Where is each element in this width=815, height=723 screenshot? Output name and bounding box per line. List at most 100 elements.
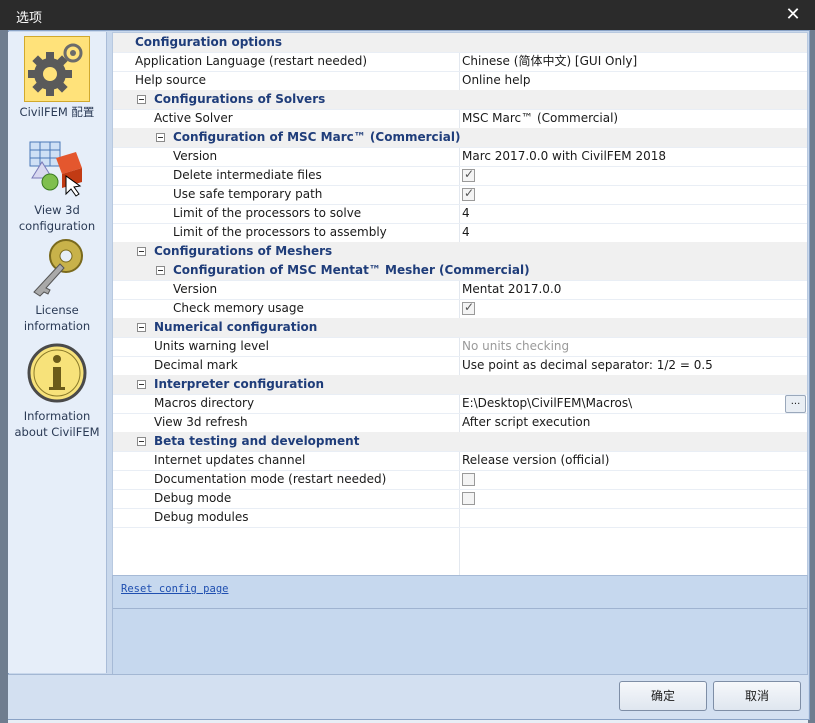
category-msc-mentat[interactable]: Configuration of MSC Mentat™ Mesher (Com… [113,261,807,281]
property-name: Debug modules [154,510,249,524]
description-panel: Reset config page [112,575,808,675]
property-safe-temporary-path[interactable]: Use safe temporary path [113,185,807,205]
category-label: Numerical configuration [154,320,318,334]
info-icon [24,340,90,406]
category-meshers[interactable]: Configurations of Meshers [113,242,807,262]
property-updates-channel[interactable]: Internet updates channel Release version… [113,451,807,471]
property-name: Active Solver [154,111,233,125]
property-name: Debug mode [154,491,232,505]
property-name: Macros directory [154,396,255,410]
property-units-warning[interactable]: Units warning level No units checking [113,337,807,357]
key-icon [24,234,90,300]
category-interpreter[interactable]: Interpreter configuration [113,375,807,395]
property-macros-directory[interactable]: Macros directory E:\Desktop\CivilFEM\Mac… [113,394,807,414]
reset-config-link[interactable]: Reset config page [121,583,228,595]
property-name: Limit of the processors to solve [173,206,362,220]
window-title: 选项 [16,11,43,26]
property-value[interactable]: Online help [462,71,530,90]
sidebar-item-about[interactable]: Information about CivilFEM [8,340,106,440]
documentation-mode-checkbox[interactable] [462,473,475,486]
background-window-edge [0,30,8,723]
description-divider [113,608,807,609]
collapse-icon[interactable] [137,380,146,389]
browse-button[interactable]: ... [785,395,806,413]
property-value[interactable]: 4 [462,204,470,223]
property-delete-intermediate-files[interactable]: Delete intermediate files [113,166,807,186]
property-documentation-mode[interactable]: Documentation mode (restart needed) [113,470,807,490]
collapse-icon[interactable] [137,247,146,256]
property-grid: Configuration options Application Langua… [112,32,808,576]
category-msc-marc[interactable]: Configuration of MSC Marc™ (Commercial) [113,128,807,148]
property-name: Documentation mode (restart needed) [154,472,387,486]
property-value[interactable]: After script execution [462,413,590,432]
property-name: Version [173,282,218,296]
sidebar-item-label: View 3d configuration [18,203,96,233]
property-name: Decimal mark [154,358,238,372]
property-name: Internet updates channel [154,453,306,467]
sidebar-item-label: CivilFEM 配置 [19,105,95,119]
property-marc-version[interactable]: Version Marc 2017.0.0 with CivilFEM 2018 [113,147,807,167]
sidebar-item-license[interactable]: License information [8,234,106,334]
property-value[interactable]: 4 [462,223,470,242]
category-label: Configurations of Solvers [154,92,326,106]
sidebar-item-label: Information about CivilFEM [14,409,100,439]
property-help-source[interactable]: Help source Online help [113,71,807,91]
category-solvers[interactable]: Configurations of Solvers [113,90,807,110]
property-debug-modules[interactable]: Debug modules [113,508,807,528]
gear-icon [24,36,90,102]
sidebar-item-label: License information [23,303,91,333]
property-active-solver[interactable]: Active Solver MSC Marc™ (Commercial) [113,109,807,129]
property-check-memory[interactable]: Check memory usage [113,299,807,319]
collapse-icon[interactable] [156,266,165,275]
property-name: Application Language (restart needed) [135,54,368,68]
property-name: Limit of the processors to assembly [173,225,387,239]
property-value[interactable]: Chinese (简体中文) [GUI Only] [462,52,637,71]
category-numerical[interactable]: Numerical configuration [113,318,807,338]
property-name: Version [173,149,218,163]
property-value[interactable]: E:\Desktop\CivilFEM\Macros\ [462,394,632,413]
property-value[interactable]: Mentat 2017.0.0 [462,280,561,299]
collapse-icon[interactable] [137,323,146,332]
property-name: Check memory usage [173,301,304,315]
property-name: Help source [135,73,207,87]
category-label: Configuration of MSC Marc™ (Commercial) [173,130,461,144]
delete-files-checkbox[interactable] [462,167,475,182]
property-value[interactable]: MSC Marc™ (Commercial) [462,109,618,128]
title-bar: 选项 ✕ [0,0,815,30]
category-label: Configuration of MSC Mentat™ Mesher (Com… [173,263,530,277]
property-name: Delete intermediate files [173,168,322,182]
property-view3d-refresh[interactable]: View 3d refresh After script execution [113,413,807,433]
check-memory-checkbox[interactable] [462,300,475,315]
button-bar: 确定 取消 [8,674,808,719]
property-name: Use safe temporary path [173,187,323,201]
category-beta[interactable]: Beta testing and development [113,432,807,452]
property-processors-solve[interactable]: Limit of the processors to solve 4 [113,204,807,224]
collapse-icon[interactable] [137,95,146,104]
property-processors-assembly[interactable]: Limit of the processors to assembly 4 [113,223,807,243]
collapse-icon[interactable] [156,133,165,142]
category-configuration-options[interactable]: Configuration options [113,33,807,53]
debug-mode-checkbox[interactable] [462,492,475,505]
property-decimal-mark[interactable]: Decimal mark Use point as decimal separa… [113,356,807,376]
category-label: Configurations of Meshers [154,244,333,258]
property-name: Units warning level [154,339,269,353]
3d-view-icon [24,134,90,200]
property-value[interactable]: Marc 2017.0.0 with CivilFEM 2018 [462,147,666,166]
close-button[interactable]: ✕ [779,3,807,27]
property-debug-mode[interactable]: Debug mode [113,489,807,509]
property-value[interactable]: Release version (official) [462,451,609,470]
property-value[interactable]: No units checking [462,337,569,356]
sidebar-item-civilfem-config[interactable]: CivilFEM 配置 [8,36,106,120]
collapse-icon[interactable] [137,437,146,446]
cancel-button[interactable]: 取消 [713,681,801,711]
property-value[interactable]: Use point as decimal separator: 1/2 = 0.… [462,356,713,375]
category-label: Interpreter configuration [154,377,324,391]
category-label: Configuration options [135,35,283,49]
sidebar: CivilFEM 配置 View 3d configuration Licens… [8,32,107,673]
property-name: View 3d refresh [154,415,248,429]
property-mentat-version[interactable]: Version Mentat 2017.0.0 [113,280,807,300]
property-app-language[interactable]: Application Language (restart needed) Ch… [113,52,807,72]
ok-button[interactable]: 确定 [619,681,707,711]
safe-path-checkbox[interactable] [462,186,475,201]
sidebar-item-view-3d[interactable]: View 3d configuration [8,134,106,234]
